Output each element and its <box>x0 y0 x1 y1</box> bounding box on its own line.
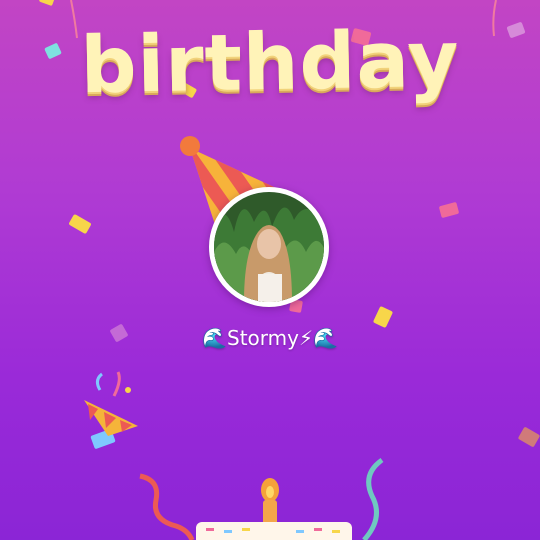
avatar[interactable] <box>209 187 329 307</box>
birthday-title: birthday <box>79 14 461 112</box>
confetti-piece <box>517 426 540 448</box>
confetti-piece <box>372 305 394 329</box>
confetti-piece <box>68 213 92 235</box>
party-popper-icon <box>84 371 138 436</box>
profile-avatar <box>214 192 324 302</box>
confetti-piece <box>438 201 460 219</box>
birthday-cake-icon <box>196 478 352 540</box>
confetti-piece <box>38 0 56 7</box>
profile-name: 🌊Stormy⚡🌊 <box>202 326 338 350</box>
birthday-card: birthday 🌊Stormy⚡🌊 <box>0 0 540 540</box>
